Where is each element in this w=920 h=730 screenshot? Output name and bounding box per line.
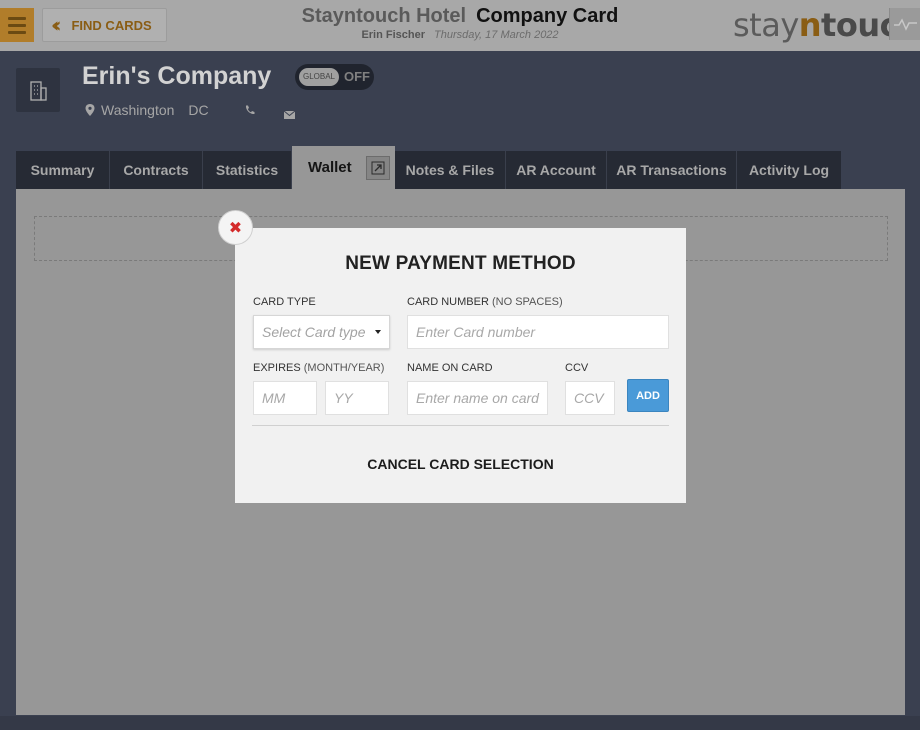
global-toggle-knob: GLOBAL bbox=[299, 68, 339, 86]
bottom-edge bbox=[0, 716, 920, 730]
expiry-year-input[interactable]: YY bbox=[325, 381, 389, 415]
tab-wallet-label: Wallet bbox=[308, 159, 352, 176]
expires-label: EXPIRES (MONTH/YEAR) bbox=[253, 362, 385, 374]
city: Washington bbox=[101, 102, 175, 118]
tab-summary[interactable]: Summary bbox=[16, 151, 110, 189]
top-bar: ‹‹ FIND CARDS Stayntouch Hotel Company Ca… bbox=[0, 0, 920, 51]
hotel-name: Stayntouch Hotel bbox=[301, 5, 467, 27]
state: DC bbox=[188, 102, 209, 118]
global-toggle-state: OFF bbox=[344, 69, 370, 84]
card-type-select[interactable]: Select Card type bbox=[253, 315, 390, 349]
company-location[interactable]: Washington DC bbox=[84, 102, 209, 118]
new-payment-method-dialog: NEW PAYMENT METHOD CARD TYPE Select Card… bbox=[235, 228, 686, 503]
ccv-label: CCV bbox=[565, 362, 589, 374]
signal-icon[interactable] bbox=[889, 8, 920, 40]
mail-icon[interactable] bbox=[283, 106, 296, 124]
divider bbox=[252, 425, 669, 426]
location-pin-icon bbox=[85, 104, 95, 116]
user-name: Erin Fischer bbox=[361, 29, 426, 41]
tab-bar: Summary Contracts Statistics Wallet Note… bbox=[16, 146, 841, 189]
dialog-title: NEW PAYMENT METHOD bbox=[345, 253, 576, 274]
phone-icon[interactable] bbox=[244, 103, 256, 121]
company-name[interactable]: Erin's Company bbox=[82, 62, 271, 91]
card-number-label: CARD NUMBER (NO SPACES) bbox=[407, 296, 563, 308]
cancel-card-selection-button[interactable]: CANCEL CARD SELECTION bbox=[235, 456, 686, 472]
add-button[interactable]: ADD bbox=[627, 379, 669, 412]
business-date: Thursday, 17 March 2022 bbox=[434, 29, 559, 41]
card-type-label: CARD TYPE bbox=[253, 296, 316, 308]
name-on-card-label: NAME ON CARD bbox=[407, 362, 493, 374]
tab-ar-account[interactable]: AR Account bbox=[506, 151, 607, 189]
close-icon[interactable]: ✖ bbox=[218, 210, 253, 245]
ccv-input[interactable]: CCV bbox=[565, 381, 615, 415]
building-icon bbox=[16, 68, 60, 112]
expand-icon[interactable] bbox=[365, 155, 390, 180]
tab-contracts[interactable]: Contracts bbox=[110, 151, 203, 189]
expiry-month-input[interactable]: MM bbox=[253, 381, 317, 415]
tab-activity-log[interactable]: Activity Log bbox=[737, 151, 841, 189]
tab-statistics[interactable]: Statistics bbox=[203, 151, 292, 189]
card-number-input[interactable]: Enter Card number bbox=[407, 315, 669, 349]
page-title: Company Card bbox=[476, 5, 619, 27]
tab-notes-files[interactable]: Notes & Files bbox=[395, 151, 506, 189]
name-on-card-input[interactable]: Enter name on card bbox=[407, 381, 548, 415]
tab-wallet[interactable]: Wallet bbox=[292, 146, 395, 189]
global-toggle[interactable]: GLOBAL OFF bbox=[295, 64, 374, 90]
tab-ar-transactions[interactable]: AR Transactions bbox=[607, 151, 737, 189]
caret-down-icon bbox=[375, 330, 381, 334]
